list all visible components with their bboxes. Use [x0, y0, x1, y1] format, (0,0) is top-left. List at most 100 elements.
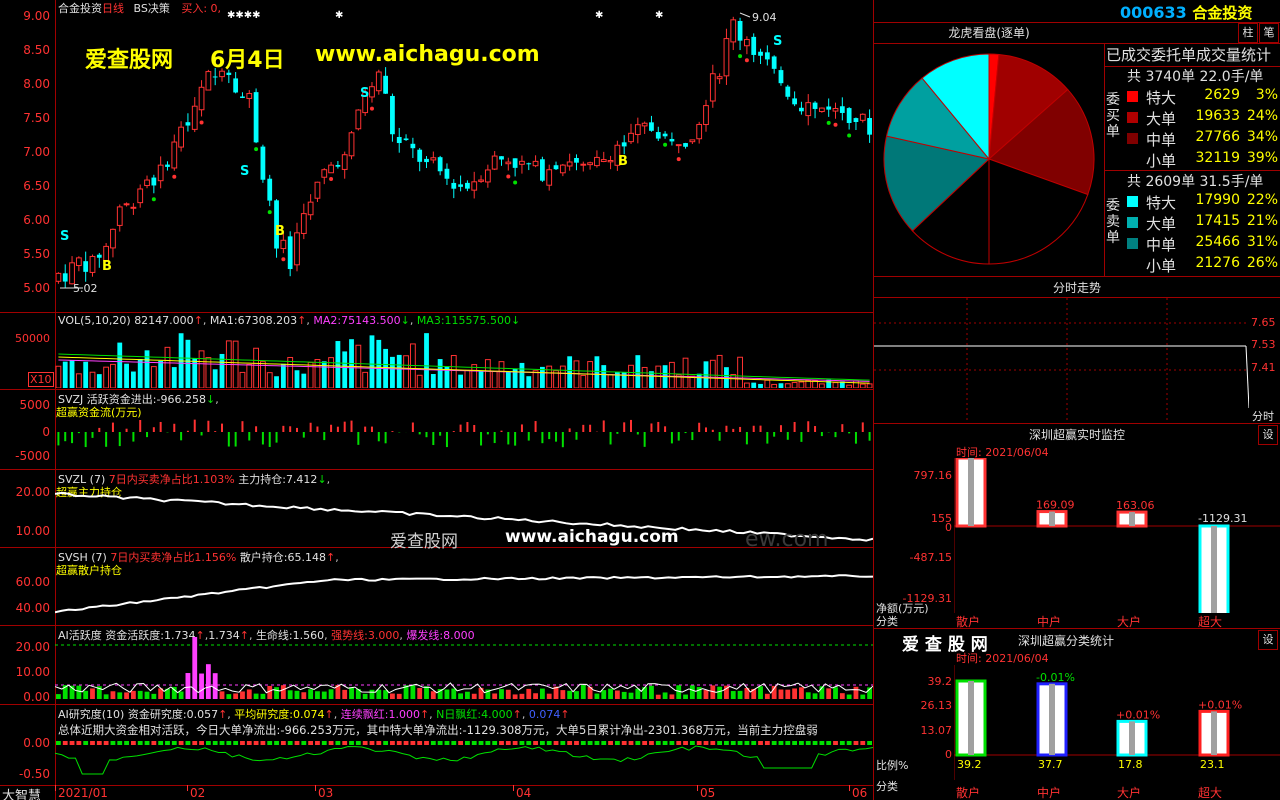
activity-bar [778, 689, 784, 699]
research-bar [499, 741, 504, 745]
volume-chart[interactable] [55, 330, 873, 388]
class-bar-shade [1049, 683, 1055, 755]
research-bar [165, 741, 170, 745]
candle-down [512, 158, 518, 168]
signal-dot [744, 58, 749, 63]
order-pie-chart[interactable] [874, 44, 1104, 276]
research-bar [512, 741, 518, 745]
class-bar-chart[interactable]: 39.2 37.7 -0.01% 17.8 +0.01% 23.1 +0.01% [954, 665, 1280, 780]
volume-bar-down [62, 361, 68, 388]
volume-bar-down [274, 376, 279, 388]
activity-bar [785, 689, 791, 699]
volume-bar-down [117, 342, 123, 388]
candle-up [75, 257, 82, 267]
research-bar [369, 741, 375, 745]
research-bar [171, 741, 177, 745]
research-bar [199, 741, 204, 745]
activity-bar [799, 687, 804, 699]
candle-up [137, 188, 144, 204]
candle-down [83, 261, 89, 272]
candle-up [280, 239, 287, 250]
activity-bar [219, 691, 225, 699]
research-bar [867, 741, 872, 745]
vol-y-tick: 50000 [15, 332, 50, 345]
sell-row-pct: 21% [1246, 213, 1278, 229]
bar-toggle-button[interactable]: 柱 [1238, 23, 1258, 43]
ai-research-chart[interactable] [55, 736, 873, 784]
activity-bar [178, 691, 184, 699]
volume-bar-down [430, 374, 436, 388]
candle-up [321, 169, 328, 178]
activity-bar [240, 691, 245, 699]
candle-up [675, 144, 682, 147]
research-bar [792, 741, 798, 745]
svzj-chart[interactable] [55, 400, 873, 468]
activity-bar [349, 687, 354, 699]
candle-down [764, 52, 770, 60]
intraday-chart[interactable] [874, 298, 1249, 422]
stroke-toggle-button[interactable]: 笔 [1259, 23, 1279, 43]
monitor-settings-button[interactable]: 设 [1258, 425, 1278, 445]
price-tick: 8.00 [23, 77, 50, 91]
class-bar-delta: +0.01% [1198, 698, 1242, 711]
candle-up [703, 105, 709, 126]
bs-signal: S [240, 164, 249, 179]
volume-bar-up [682, 357, 689, 388]
research-bar [826, 741, 832, 745]
high-marker-label: 9.04 [752, 11, 777, 24]
candle-down [165, 164, 170, 167]
svzl-tick: 20.00 [15, 485, 50, 499]
activity-bar [233, 693, 239, 699]
volume-bar-down [751, 382, 757, 388]
buy-row-pct: 39% [1246, 150, 1278, 166]
activity-bar [471, 693, 477, 699]
class-bar-shade [968, 681, 974, 755]
candle-down [846, 108, 852, 124]
candle-down [649, 122, 654, 131]
research-bar [478, 741, 484, 745]
activity-bar [110, 691, 116, 699]
bs-signal: S [60, 229, 69, 244]
buy-row-swatch [1127, 91, 1138, 102]
activity-bar [539, 688, 545, 699]
research-bar [137, 741, 143, 745]
sell-side-label: 委卖单 [1106, 198, 1120, 246]
class-settings-button[interactable]: 设 [1258, 630, 1278, 650]
research-bar [642, 741, 648, 745]
sell-row-swatch [1127, 259, 1138, 270]
intraday-label: 分时 [1252, 410, 1274, 423]
candle-down [226, 72, 232, 75]
activity-bar [83, 690, 89, 699]
buy-row-label: 特大 [1146, 89, 1177, 107]
candle-up [730, 19, 737, 43]
candle-up [519, 160, 525, 165]
candlestick-chart[interactable]: 9.045.02SBSBSBS✱✱✱✱ ✱ ✱ ✱ [55, 0, 873, 312]
svsh-chart[interactable] [55, 558, 873, 624]
star-marker: ✱ [595, 10, 603, 21]
class-unit: 比例% [876, 759, 909, 772]
volume-bar-up [743, 382, 750, 388]
activity-bar [458, 693, 463, 699]
candle-down [240, 96, 245, 98]
volume-bar-up [730, 374, 737, 388]
candle-down [499, 156, 504, 160]
candle-up [607, 159, 614, 163]
sell-row-count: 21276 [1195, 255, 1240, 271]
candle-down [683, 143, 688, 147]
monitor-bar-chart[interactable]: 797.16169.09163.06-1129.31 [954, 458, 1280, 613]
research-bar [669, 741, 675, 745]
activity-bar [362, 693, 368, 699]
candle-up [430, 157, 437, 161]
buy-row-count: 2629 [1204, 87, 1240, 103]
research-bar [744, 741, 750, 745]
class-bar-shade [1129, 721, 1135, 755]
activity-bar [342, 689, 348, 699]
candle-down [655, 132, 661, 139]
ai-active-chart[interactable] [55, 637, 873, 703]
candle-up [314, 181, 321, 199]
volume-bar-up [853, 380, 859, 388]
bs-signal: B [618, 154, 628, 169]
research-bar [771, 741, 777, 745]
research-bar [355, 741, 361, 745]
candle-up [805, 102, 812, 117]
